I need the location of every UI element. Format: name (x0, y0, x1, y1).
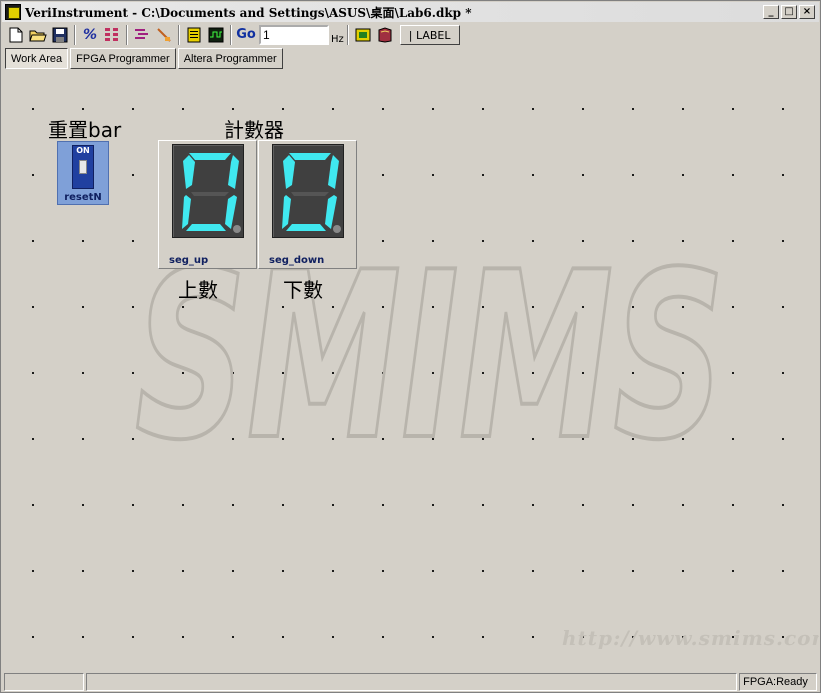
segment-c (325, 195, 337, 229)
segment-d (186, 224, 226, 231)
segment-a (289, 153, 331, 160)
svg-text:SMIMS: SMIMS (135, 251, 725, 451)
digit-zero-glyph (182, 153, 241, 233)
watermark-url: http://www.smims.com (562, 626, 819, 650)
maximize-button[interactable]: □ (781, 5, 797, 19)
frequency-unit-label: Hz (331, 33, 344, 45)
count-up-label: 上數 (178, 278, 218, 302)
segment-f (283, 155, 295, 189)
book-icon[interactable] (374, 24, 396, 46)
toolbar: % Go Hz | LABEL (2, 23, 819, 47)
seven-segment-name: seg_down (269, 255, 325, 266)
save-icon[interactable] (49, 24, 71, 46)
toolbar-separator (126, 25, 128, 45)
tab-altera-programmer[interactable]: Altera Programmer (177, 48, 283, 69)
decimal-point (333, 225, 341, 233)
segment-b (328, 155, 339, 189)
app-window: VeriInstrument - C:\Documents and Settin… (0, 0, 821, 693)
seven-segment-display (272, 144, 344, 238)
segment-a (189, 153, 231, 160)
seven-segment-seg-up[interactable]: seg_up (158, 140, 257, 269)
close-button[interactable]: × (799, 5, 815, 19)
switch-name: resetN (64, 192, 102, 203)
segment-e (282, 195, 291, 229)
window-title: VeriInstrument - C:\Documents and Settin… (25, 5, 472, 20)
switch-body: ON (72, 145, 94, 189)
label-button[interactable]: | LABEL (399, 25, 460, 45)
digit-zero-glyph (282, 153, 341, 233)
segment-b (228, 155, 239, 189)
seven-segment-display (172, 144, 244, 238)
toolbar-separator (74, 25, 76, 45)
smims-watermark-logo: SMIMS (133, 251, 727, 451)
app-icon (5, 4, 21, 20)
frequency-input[interactable] (259, 25, 329, 45)
percent-icon[interactable]: % (79, 24, 101, 46)
count-down-label: 下數 (283, 278, 323, 302)
tab-bar: Work Area FPGA Programmer Altera Program… (5, 48, 283, 69)
status-bar: FPGA:Ready (2, 672, 819, 692)
open-folder-icon[interactable] (27, 24, 49, 46)
status-cell-2 (85, 673, 738, 691)
wire-icon[interactable] (153, 24, 175, 46)
switch-on-label: ON (76, 146, 90, 155)
toolbar-separator (346, 25, 349, 45)
chip-icon[interactable] (352, 24, 374, 46)
list-icon[interactable] (131, 24, 153, 46)
tab-fpga-programmer[interactable]: FPGA Programmer (70, 48, 176, 69)
decimal-point (233, 225, 241, 233)
tab-work-area[interactable]: Work Area (5, 48, 69, 69)
segment-g (291, 192, 329, 196)
toolbar-separator (178, 25, 180, 45)
reset-switch[interactable]: ON resetN (57, 141, 109, 205)
new-file-icon[interactable] (5, 24, 27, 46)
reset-label: 重置bar (48, 118, 122, 142)
segment-d (286, 224, 326, 231)
switch-knob[interactable] (79, 160, 87, 174)
status-cell-1 (4, 673, 84, 691)
counter-label: 計數器 (224, 118, 284, 142)
segment-g (191, 192, 229, 196)
seven-segment-seg-down[interactable]: seg_down (258, 140, 357, 269)
segment-c (225, 195, 237, 229)
grid-icon[interactable] (101, 24, 123, 46)
waveform-icon[interactable] (205, 24, 227, 46)
segment-f (183, 155, 195, 189)
fpga-status: FPGA:Ready (739, 673, 817, 691)
minimize-button[interactable]: _ (763, 5, 779, 19)
go-button[interactable]: Go (235, 24, 257, 46)
title-bar[interactable]: VeriInstrument - C:\Documents and Settin… (2, 2, 819, 22)
toolbar-separator (230, 25, 232, 45)
work-area-canvas[interactable]: SMIMS http://www.smims.com 重置bar 計數器 上數 … (2, 71, 819, 671)
seven-segment-name: seg_up (169, 255, 209, 266)
memory-icon[interactable] (183, 24, 205, 46)
segment-e (182, 195, 191, 229)
